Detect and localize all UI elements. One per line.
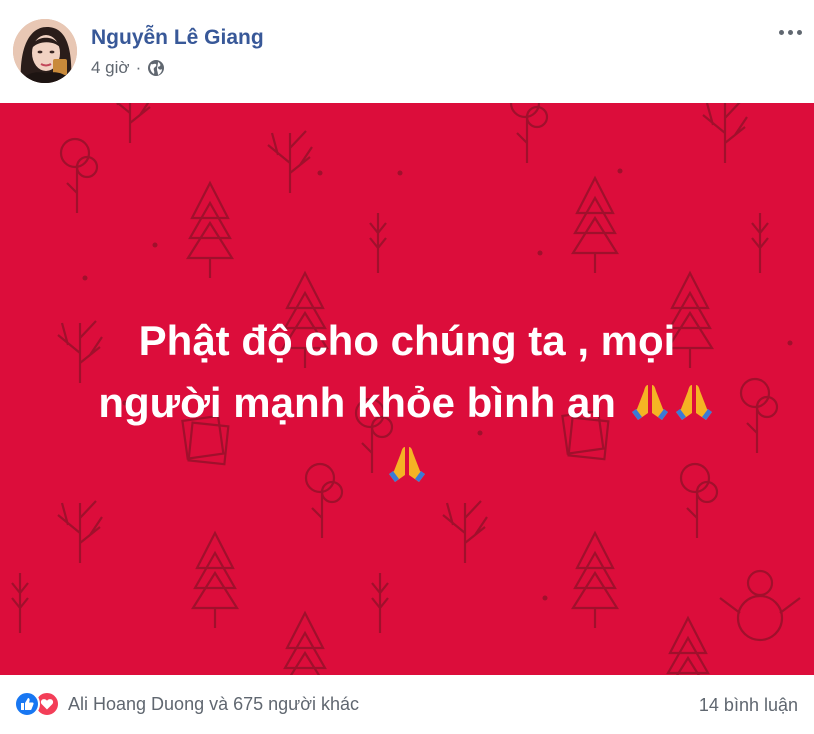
author-avatar[interactable] bbox=[13, 19, 77, 83]
globe-icon[interactable] bbox=[147, 59, 165, 77]
folded-hands-icon bbox=[385, 440, 429, 484]
comments-count[interactable]: 14 bình luận bbox=[699, 695, 798, 716]
post-text-line-2: người mạnh khỏe bình an bbox=[40, 372, 774, 434]
post-text: Phật độ cho chúng ta , mọi người mạnh kh… bbox=[40, 310, 774, 496]
post-text-line-3 bbox=[40, 434, 774, 496]
post-header: Nguyễn Lê Giang 4 giờ · bbox=[0, 0, 814, 103]
more-options-icon[interactable] bbox=[776, 22, 804, 42]
like-icon[interactable] bbox=[14, 691, 40, 717]
folded-hands-icon bbox=[672, 378, 716, 422]
post-text-line-1: Phật độ cho chúng ta , mọi bbox=[138, 317, 676, 364]
folded-hands-icon bbox=[628, 378, 672, 422]
post-background-card: Phật độ cho chúng ta , mọi người mạnh kh… bbox=[0, 103, 814, 675]
reaction-summary[interactable]: Ali Hoang Duong và 675 người khác bbox=[14, 691, 359, 717]
likers-text[interactable]: Ali Hoang Duong và 675 người khác bbox=[68, 694, 359, 715]
post-time[interactable]: 4 giờ bbox=[91, 58, 130, 78]
meta-separator: · bbox=[135, 58, 142, 77]
facebook-post: Nguyễn Lê Giang 4 giờ · Phật độ cho chún… bbox=[0, 0, 814, 734]
post-footer: Ali Hoang Duong và 675 người khác 14 bìn… bbox=[0, 675, 814, 734]
author-name[interactable]: Nguyễn Lê Giang bbox=[91, 26, 264, 50]
post-meta: 4 giờ · bbox=[91, 58, 165, 78]
